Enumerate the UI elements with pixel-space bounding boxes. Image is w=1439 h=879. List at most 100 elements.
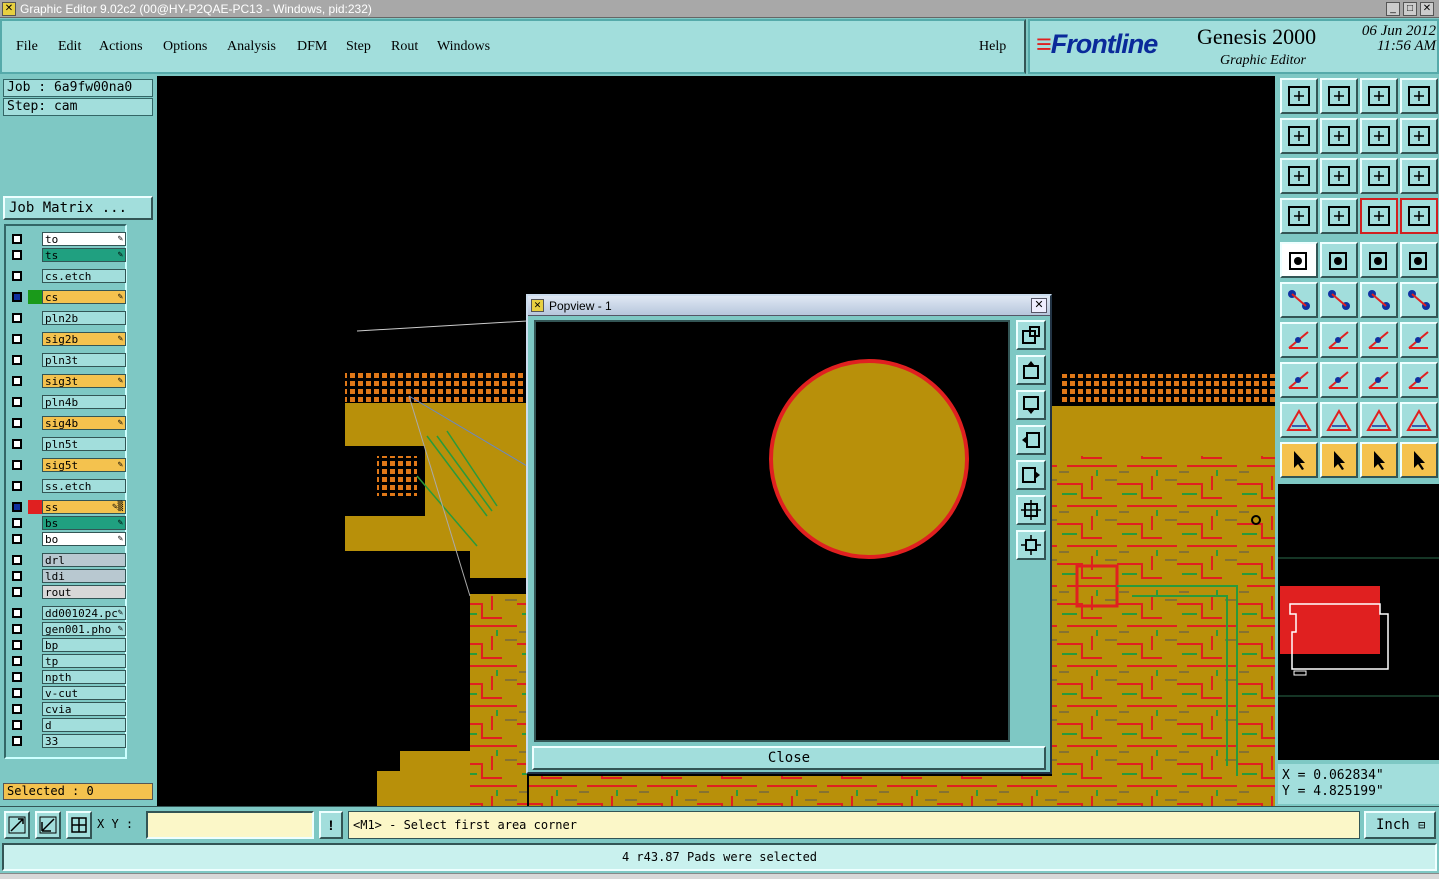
snap-icon[interactable] [4, 811, 30, 839]
triangle-1-icon[interactable] [1280, 402, 1318, 438]
pan-left-icon[interactable] [1280, 118, 1318, 154]
layer-checkbox[interactable] [12, 518, 22, 528]
layer-name[interactable]: cs ✎ [42, 290, 126, 304]
layer-checkbox[interactable] [12, 640, 22, 650]
layer-name[interactable]: to ✎ [42, 232, 126, 246]
layer-checkbox[interactable] [12, 534, 22, 544]
pan-down-icon[interactable] [1320, 78, 1358, 114]
layer-row-sig4b[interactable]: sig4b ✎ [8, 416, 126, 430]
layer-name[interactable]: cvia [42, 702, 126, 716]
home-icon[interactable] [1360, 78, 1398, 114]
layer-name[interactable]: ss.etch [42, 479, 126, 493]
layer-checkbox[interactable] [12, 397, 22, 407]
menu-step[interactable]: Step [346, 39, 371, 55]
grid-icon[interactable] [66, 811, 92, 839]
arc-tool-icon[interactable] [1360, 322, 1398, 358]
menu-options[interactable]: Options [163, 39, 207, 55]
layer-row-ts[interactable]: ts ✎ [8, 248, 126, 262]
layer-checkbox[interactable] [12, 624, 22, 634]
layer-row-gen001-pho[interactable]: gen001.pho ✎ [8, 622, 126, 636]
layer-row-bp[interactable]: bp [8, 638, 126, 652]
layer-name[interactable]: pln5t [42, 437, 126, 451]
popview-zoom-window-button[interactable] [1016, 320, 1046, 350]
layer-row-pln2b[interactable]: pln2b [8, 311, 126, 325]
zoom-fit-icon[interactable] [1280, 158, 1318, 194]
pointer-select-icon[interactable] [1360, 442, 1398, 478]
menu-file[interactable]: File [16, 39, 38, 55]
layer-checkbox[interactable] [12, 720, 22, 730]
popview-pan-down-button[interactable] [1016, 390, 1046, 420]
layer-name[interactable]: cs.etch [42, 269, 126, 283]
layer-checkbox[interactable] [12, 334, 22, 344]
menu-windows[interactable]: Windows [437, 39, 490, 55]
measure-icon[interactable] [35, 811, 61, 839]
layer-checkbox[interactable] [12, 555, 22, 565]
popview-close-icon[interactable]: ✕ [1031, 298, 1047, 313]
close-window-button[interactable]: ✕ [1420, 2, 1434, 16]
layer-row-sig5t[interactable]: sig5t ✎ [8, 458, 126, 472]
layer-row-pln4b[interactable]: pln4b [8, 395, 126, 409]
pad-add-icon[interactable] [1280, 362, 1318, 398]
popview-pan-left-button[interactable] [1016, 425, 1046, 455]
split-view-icon[interactable] [1400, 78, 1438, 114]
layer-row-bs[interactable]: bs ✎ [8, 516, 126, 530]
show-net-icon[interactable] [1320, 198, 1358, 234]
layer-checkbox[interactable] [12, 587, 22, 597]
dimension-icon[interactable] [1360, 362, 1398, 398]
layer-name[interactable]: bs ✎ [42, 516, 126, 530]
layer-name[interactable]: sig4b ✎ [42, 416, 126, 430]
layer-row-sig2b[interactable]: sig2b ✎ [8, 332, 126, 346]
layer-row-cvia[interactable]: cvia [8, 702, 126, 716]
layer-checkbox[interactable] [12, 460, 22, 470]
layer-name[interactable]: rout [42, 585, 126, 599]
layer-checkbox[interactable] [12, 656, 22, 666]
menu-help[interactable]: Help [979, 39, 1006, 55]
layer-row-v-cut[interactable]: v-cut [8, 686, 126, 700]
layer-checkbox[interactable] [12, 292, 22, 302]
line-cut-icon[interactable] [1320, 362, 1358, 398]
xy-input[interactable] [146, 811, 314, 839]
layer-checkbox[interactable] [12, 736, 22, 746]
layer-checkbox[interactable] [12, 355, 22, 365]
pointer-icon[interactable] [1280, 442, 1318, 478]
angle-tool-icon[interactable] [1280, 322, 1318, 358]
layer-checkbox[interactable] [12, 376, 22, 386]
layer-checkbox[interactable] [12, 313, 22, 323]
layer-name[interactable]: drl [42, 553, 126, 567]
layer-row-rout[interactable]: rout [8, 585, 126, 599]
select-feature-icon[interactable] [1280, 242, 1318, 278]
zoom-1to1-icon[interactable] [1360, 158, 1398, 194]
layer-name[interactable]: npth [42, 670, 126, 684]
layer-name[interactable]: tp [42, 654, 126, 668]
layer-name[interactable]: dd001024.pc ✎ [42, 606, 126, 620]
layer-name[interactable]: pln3t [42, 353, 126, 367]
copy-shape-icon[interactable] [1400, 362, 1438, 398]
layer-checkbox[interactable] [12, 608, 22, 618]
layer-name[interactable]: gen001.pho ✎ [42, 622, 126, 636]
layer-row-ss[interactable]: ss ✎▒ [8, 500, 126, 514]
popview-close-button[interactable]: Close [532, 746, 1046, 770]
triangle-2-icon[interactable] [1320, 402, 1358, 438]
layer-name[interactable]: sig5t ✎ [42, 458, 126, 472]
layer-checkbox[interactable] [12, 481, 22, 491]
undo-view-icon[interactable] [1360, 118, 1398, 154]
layer-row-cs[interactable]: cs ✎ [8, 290, 126, 304]
layer-row-cs-etch[interactable]: cs.etch [8, 269, 126, 283]
layer-name[interactable]: pln2b [42, 311, 126, 325]
units-selector[interactable]: Inch ⊟ [1364, 811, 1436, 839]
pan-right-icon[interactable] [1320, 118, 1358, 154]
layer-name[interactable]: sig3t ✎ [42, 374, 126, 388]
layer-row-d[interactable]: d [8, 718, 126, 732]
maximize-button[interactable]: □ [1403, 2, 1417, 16]
layer-row-dd001024-pc[interactable]: dd001024.pc ✎ [8, 606, 126, 620]
layer-row-ldi[interactable]: ldi [8, 569, 126, 583]
layer-name[interactable]: sig2b ✎ [42, 332, 126, 346]
layer-row-pln5t[interactable]: pln5t [8, 437, 126, 451]
layer-checkbox[interactable] [12, 688, 22, 698]
layer-name[interactable]: d [42, 718, 126, 732]
layer-row-npth[interactable]: npth [8, 670, 126, 684]
layer-checkbox[interactable] [12, 439, 22, 449]
popview-pan-up-button[interactable] [1016, 355, 1046, 385]
layer-row-bo[interactable]: bo ✎ [8, 532, 126, 546]
pad-shape-icon[interactable] [1400, 242, 1438, 278]
